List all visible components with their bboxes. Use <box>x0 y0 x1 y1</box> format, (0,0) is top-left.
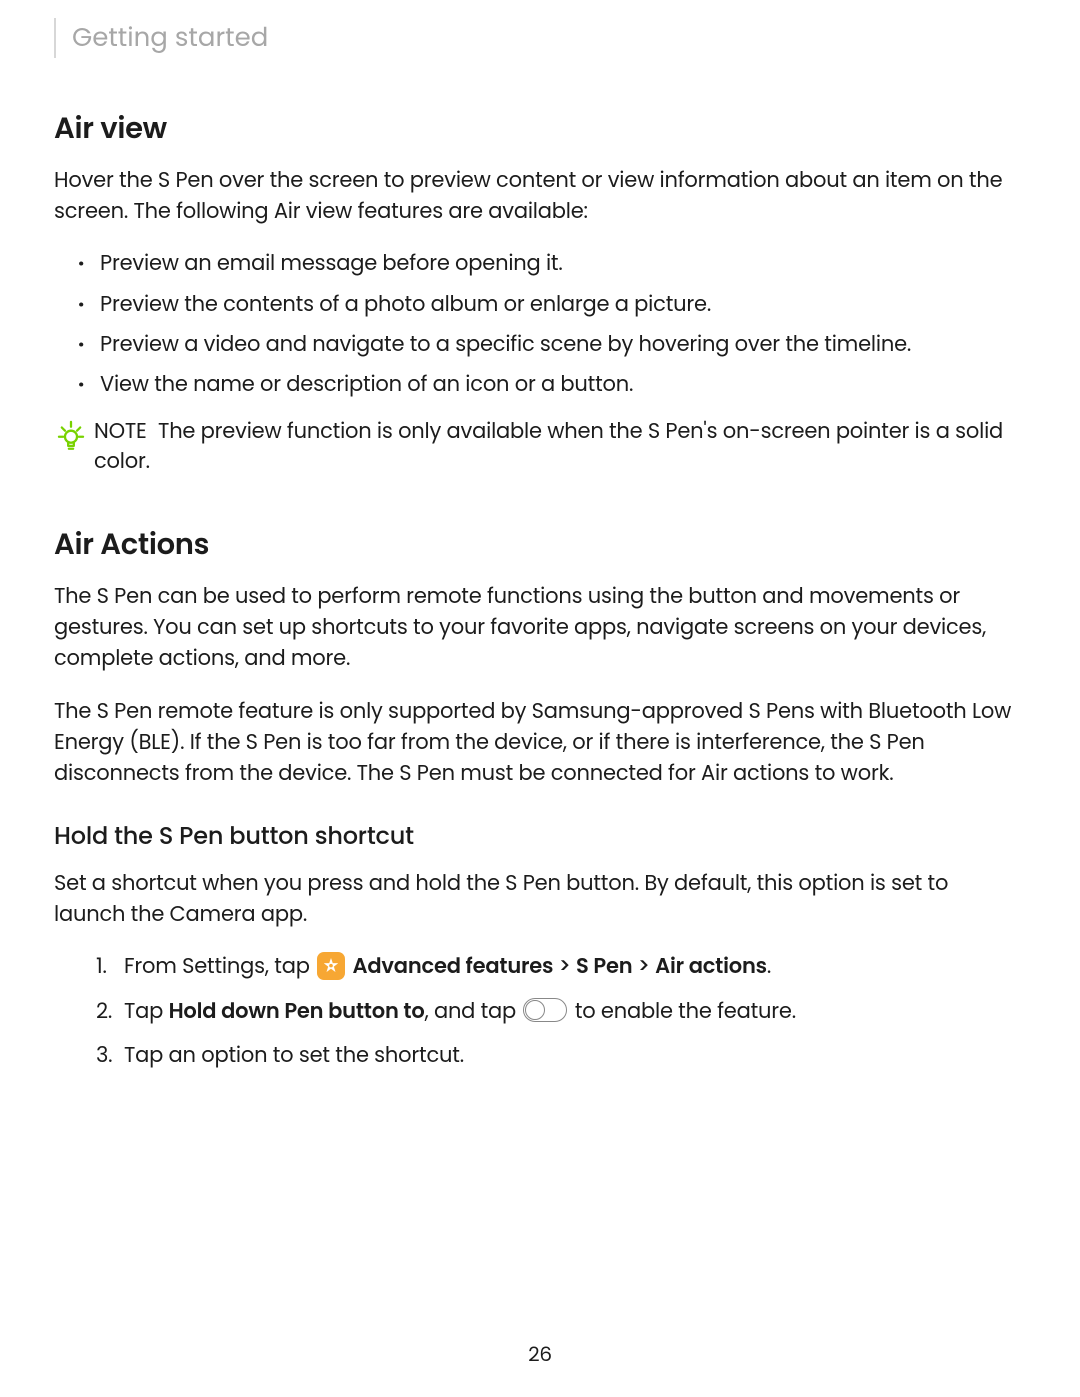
step-item: Tap an option to set the shortcut. <box>124 1041 1020 1071</box>
step-item: From Settings, tap Advanced features > S… <box>124 952 1020 982</box>
step2-suffix: to enable the feature. <box>569 997 796 1026</box>
bullet-item: Preview the contents of a photo album or… <box>96 290 1020 320</box>
steps-list: From Settings, tap Advanced features > S… <box>54 952 1020 1071</box>
step1-advanced: Advanced features <box>353 952 554 981</box>
step1-suffix: . <box>767 952 771 981</box>
note-block: NOTE The preview function is only availa… <box>54 417 1020 478</box>
step1-airactions: Air actions <box>655 952 767 981</box>
section-header-wrap: Getting started <box>54 18 1020 58</box>
bullet-item: Preview a video and navigate to a specif… <box>96 330 1020 360</box>
step2-mid: , and tap <box>425 997 522 1026</box>
page-number: 26 <box>0 1339 1080 1369</box>
air-view-bullets: Preview an email message before opening … <box>54 249 1020 401</box>
bullet-item: Preview an email message before opening … <box>96 249 1020 279</box>
hold-spen-intro: Set a shortcut when you press and hold t… <box>54 868 1020 930</box>
step1-prefix: From Settings, tap <box>124 952 315 981</box>
section-header: Getting started <box>72 19 268 58</box>
chevron: > <box>632 952 655 981</box>
toggle-off-icon <box>523 998 567 1022</box>
advanced-features-icon <box>317 952 345 980</box>
heading-air-actions: Air Actions <box>54 524 1020 567</box>
air-view-intro: Hover the S Pen over the screen to previ… <box>54 165 1020 227</box>
chevron: > <box>553 952 576 981</box>
subheading-hold-spen: Hold the S Pen button shortcut <box>54 819 1020 854</box>
step1-spen: S Pen <box>576 952 632 981</box>
bullet-item: View the name or description of an icon … <box>96 370 1020 400</box>
toggle-knob <box>525 1000 545 1020</box>
heading-air-view: Air view <box>54 108 1020 151</box>
step2-prefix: Tap <box>124 997 169 1026</box>
note-body: The preview function is only available w… <box>94 417 1003 476</box>
note-label: NOTE <box>94 417 147 446</box>
air-actions-p1: The S Pen can be used to perform remote … <box>54 581 1020 674</box>
step-item: Tap Hold down Pen button to, and tap to … <box>124 997 1020 1027</box>
note-text: NOTE The preview function is only availa… <box>94 417 1020 478</box>
air-actions-p2: The S Pen remote feature is only support… <box>54 696 1020 789</box>
tip-icon <box>54 419 94 453</box>
step2-hold: Hold down Pen button to <box>169 997 425 1026</box>
